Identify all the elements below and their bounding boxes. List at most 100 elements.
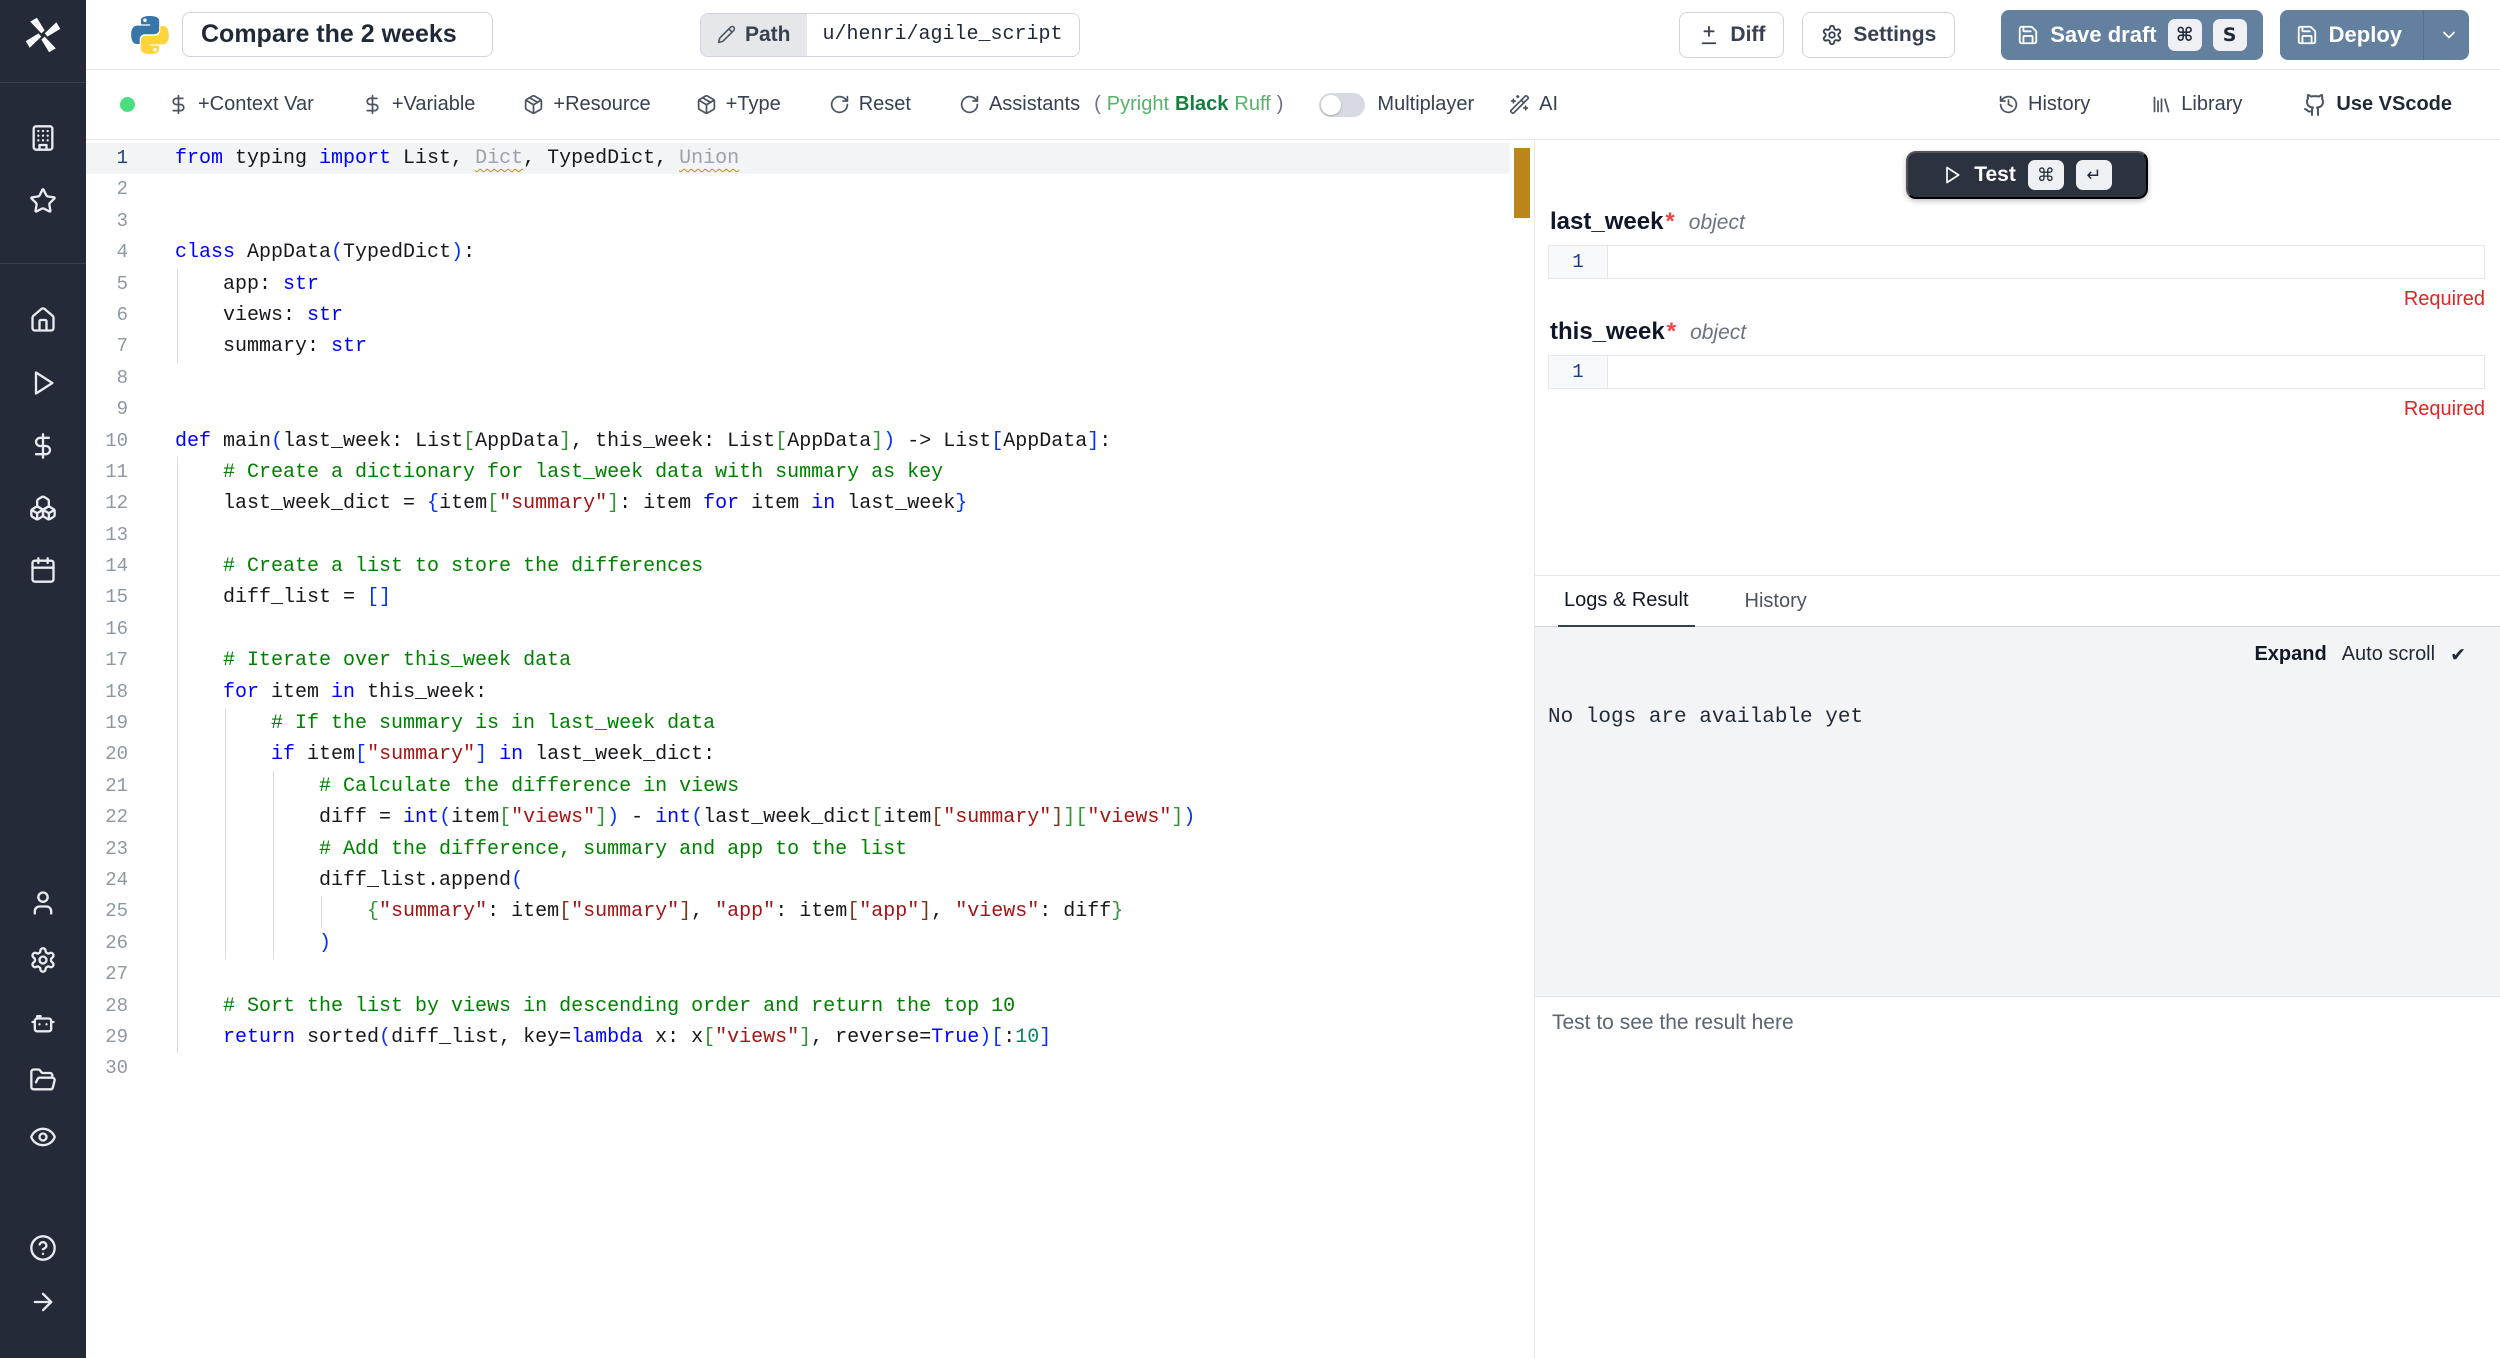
run-panel: Test ⌘ ↵ last_week* object 1 Required th…	[1535, 140, 2500, 1358]
line-number: 18	[86, 677, 175, 708]
history-button[interactable]: History	[1998, 93, 2090, 116]
lint-ruff: Ruff	[1234, 93, 1270, 116]
workspace-building-icon[interactable]	[29, 124, 57, 152]
arg-input-field[interactable]	[1607, 245, 2485, 279]
indent-guide	[273, 865, 274, 896]
collapse-sidebar-arrow-icon[interactable]	[29, 1288, 57, 1316]
arg-input-last-week[interactable]: 1	[1548, 245, 2485, 279]
variables-dollar-icon[interactable]	[29, 432, 57, 460]
indent-guide	[177, 645, 178, 676]
expand-button[interactable]: Expand	[2254, 643, 2326, 666]
kbd-s: S	[2213, 19, 2247, 51]
indent-guide	[321, 896, 322, 927]
rotate-icon	[959, 94, 980, 115]
chevron-down-icon[interactable]	[2439, 25, 2459, 45]
code-line: # Add the difference, summary and app to…	[175, 834, 1510, 865]
logs-panel: Expand Auto scroll ✔ No logs are availab…	[1535, 627, 2500, 996]
add-variable-button[interactable]: +Variable	[362, 93, 476, 116]
result-tabs: Logs & Result History	[1535, 575, 2500, 627]
use-vscode-button[interactable]: Use VScode	[2303, 93, 2452, 117]
indent-guide	[273, 771, 274, 802]
indent-guide	[225, 708, 226, 739]
workers-bot-icon[interactable]	[29, 1008, 57, 1036]
indent-guide	[177, 834, 178, 865]
reset-button[interactable]: Reset	[829, 93, 911, 116]
code-line	[175, 174, 1510, 205]
line-number: 17	[86, 645, 175, 676]
check-icon[interactable]: ✔	[2450, 644, 2466, 666]
indent-guide	[177, 457, 178, 488]
diff-button[interactable]: Diff	[1679, 12, 1784, 58]
line-number: 11	[86, 457, 175, 488]
home-icon[interactable]	[29, 306, 57, 334]
save-draft-button[interactable]: Save draft ⌘ S	[2001, 10, 2262, 60]
code-line: return sorted(diff_list, key=lambda x: x…	[175, 1022, 1510, 1053]
arg-input-this-week[interactable]: 1	[1548, 355, 2485, 389]
status-dot	[120, 97, 135, 112]
indent-guide	[177, 520, 178, 551]
path-widget[interactable]: Path u/henri/agile_script	[700, 13, 1080, 57]
indent-guide	[177, 928, 178, 959]
indent-guide	[225, 802, 226, 833]
lint-status: ( Pyright Black Ruff )	[1094, 93, 1283, 116]
indent-guide	[177, 708, 178, 739]
code-line: # Iterate over this_week data	[175, 645, 1510, 676]
editor-toolbar: +Context Var +Variable +Resource +Type R…	[86, 70, 2500, 140]
deploy-button[interactable]: Deploy	[2280, 10, 2469, 60]
code-editor[interactable]: 1234567891011121314151617181920212223242…	[86, 140, 1535, 1358]
code-line	[175, 1053, 1510, 1084]
indent-guide	[177, 896, 178, 927]
deploy-divider	[2423, 10, 2424, 60]
tab-history[interactable]: History	[1739, 576, 1813, 626]
line-number: 22	[86, 802, 175, 833]
test-button[interactable]: Test ⌘ ↵	[1906, 151, 2148, 199]
required-hint: Required	[2404, 288, 2485, 311]
line-number: 25	[86, 896, 175, 927]
indent-guide	[177, 1022, 178, 1053]
runs-play-icon[interactable]	[29, 369, 57, 397]
code-line	[175, 363, 1510, 394]
indent-guide	[225, 865, 226, 896]
code-line	[175, 206, 1510, 237]
code-line	[175, 520, 1510, 551]
tab-logs-result[interactable]: Logs & Result	[1558, 576, 1695, 628]
assistants-button[interactable]: Assistants	[959, 93, 1080, 116]
line-number: 9	[86, 394, 175, 425]
ai-button[interactable]: AI	[1509, 93, 1558, 116]
autoscroll-label[interactable]: Auto scroll	[2342, 643, 2435, 666]
multiplayer-toggle[interactable]	[1319, 93, 1365, 117]
add-type-button[interactable]: +Type	[696, 93, 781, 116]
arg-input-field[interactable]	[1607, 355, 2485, 389]
users-icon[interactable]	[29, 889, 57, 917]
settings-gear-icon[interactable]	[29, 946, 57, 974]
code-line: # Calculate the difference in views	[175, 771, 1510, 802]
audit-eye-icon[interactable]	[29, 1123, 57, 1151]
code-line	[175, 959, 1510, 990]
script-title-input[interactable]: Compare the 2 weeks	[182, 12, 493, 57]
help-icon[interactable]	[29, 1234, 57, 1262]
folders-icon[interactable]	[29, 1066, 57, 1094]
line-number: 6	[86, 300, 175, 331]
path-edit-button[interactable]: Path	[701, 14, 807, 56]
line-number: 7	[86, 331, 175, 362]
code-line: {"summary": item["summary"], "app": item…	[175, 896, 1510, 927]
add-resource-button[interactable]: +Resource	[523, 93, 650, 116]
windmill-logo[interactable]	[23, 15, 63, 55]
resources-boxes-icon[interactable]	[29, 494, 57, 522]
arg-label-this-week: this_week* object	[1550, 318, 1746, 346]
path-value[interactable]: u/henri/agile_script	[807, 14, 1079, 56]
library-button[interactable]: Library	[2151, 93, 2242, 116]
schedules-calendar-icon[interactable]	[29, 556, 57, 584]
indent-guide	[177, 488, 178, 519]
required-asterisk: *	[1667, 318, 1676, 345]
package-icon	[523, 94, 544, 115]
indent-guide	[273, 802, 274, 833]
indent-guide	[177, 300, 178, 331]
code-line: diff = int(item["views"]) - int(last_wee…	[175, 802, 1510, 833]
favorites-star-icon[interactable]	[29, 187, 57, 215]
settings-button[interactable]: Settings	[1802, 12, 1955, 58]
kbd-cmd: ⌘	[2028, 160, 2064, 190]
kbd-cmd: ⌘	[2168, 19, 2202, 51]
add-context-var-button[interactable]: +Context Var	[168, 93, 314, 116]
save-draft-label: Save draft	[2050, 22, 2156, 48]
